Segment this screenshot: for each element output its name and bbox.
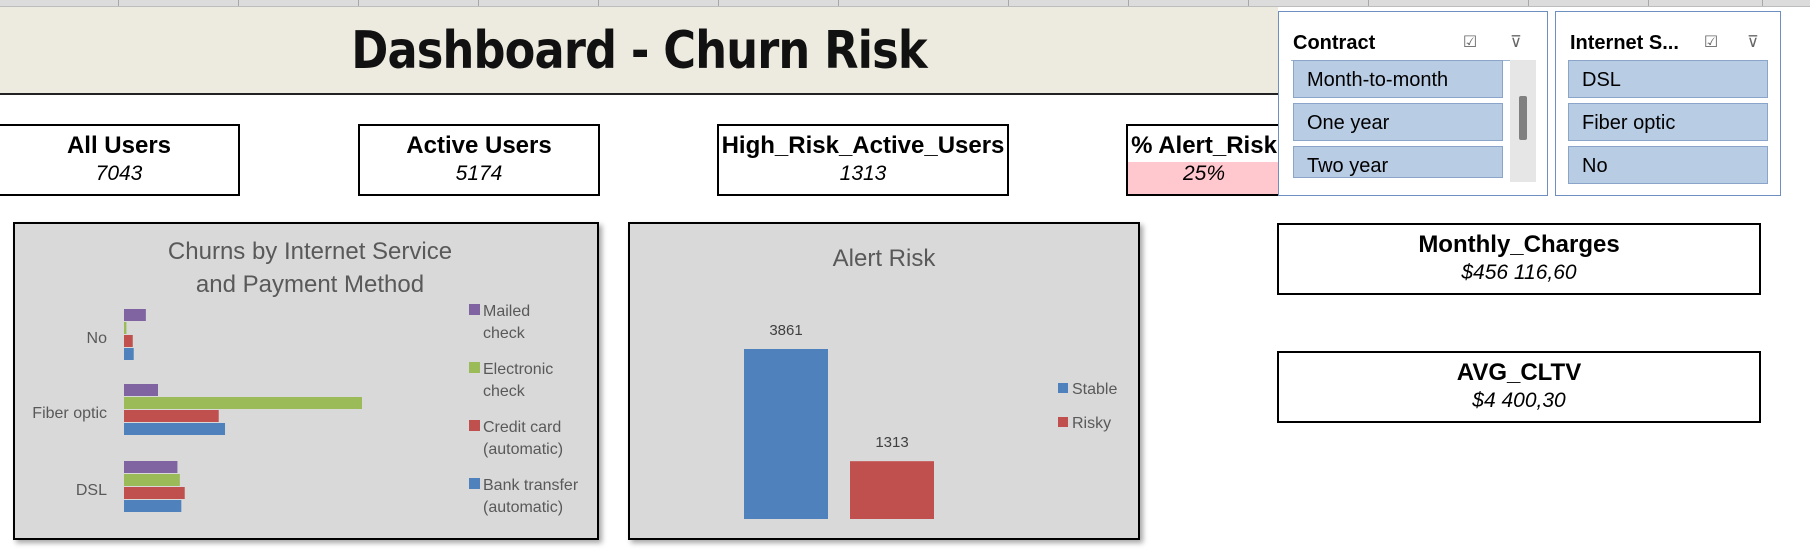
kpi-label: Monthly_Charges <box>1418 231 1620 258</box>
slicer-item[interactable]: Fiber optic <box>1568 103 1768 141</box>
scroll-thumb[interactable] <box>1519 96 1527 140</box>
bar-electronic-check <box>124 397 362 409</box>
legend-label: Risky <box>1072 415 1111 432</box>
bar-credit-card-automatic- <box>124 410 219 422</box>
slicer-title: Contract <box>1293 32 1376 54</box>
legend-label: Credit card <box>483 419 561 436</box>
slicer-scrollbar[interactable] <box>1510 60 1536 182</box>
slicer-item[interactable]: Month-to-month <box>1293 60 1503 98</box>
legend-label: check <box>483 383 526 400</box>
kpi-value: 25% <box>1128 162 1280 194</box>
data-label: 3861 <box>769 322 802 339</box>
kpi-value: 1313 <box>839 162 887 185</box>
slicer-header: Contract ☑ ⊽ <box>1291 24 1535 61</box>
bar-stable <box>744 349 828 519</box>
legend-label: Mailed <box>483 303 530 320</box>
bar-risky <box>850 461 934 519</box>
bar-bank-transfer-automatic- <box>124 500 182 512</box>
kpi-avg-cltv[interactable]: AVG_CLTV $4 400,30 <box>1277 351 1761 423</box>
legend-label: Bank transfer <box>483 477 579 494</box>
legend-swatch <box>1058 417 1068 427</box>
category-label: DSL <box>76 482 107 499</box>
kpi-active-users[interactable]: Active Users 5174 <box>358 124 600 196</box>
slicer-header: Internet S... ☑ ⊽ <box>1568 24 1768 61</box>
title-band: Dashboard - Churn Risk <box>0 7 1278 95</box>
alert-risk-chart[interactable]: Alert Risk 3861 1313 Stable Risky <box>628 222 1140 540</box>
kpi-monthly-charges[interactable]: Monthly_Charges $456 116,60 <box>1277 223 1761 295</box>
bar-electronic-check <box>124 322 127 334</box>
dashboard-title: Dashboard - Churn Risk <box>351 21 927 81</box>
kpi-label: High_Risk_Active_Users <box>721 132 1005 159</box>
slicer-item[interactable]: One year <box>1293 103 1503 141</box>
kpi-all-users[interactable]: All Users 7043 <box>0 124 240 196</box>
chart-title: Alert Risk <box>833 245 937 272</box>
chart-title: Churns by Internet Service <box>168 238 452 265</box>
kpi-label: AVG_CLTV <box>1456 359 1582 386</box>
legend-label: (automatic) <box>483 441 563 458</box>
kpi-label: All Users <box>66 132 172 159</box>
column-header-bar[interactable] <box>0 0 1810 7</box>
legend-swatch <box>469 478 480 489</box>
kpi-label: % Alert_Risk <box>1128 126 1280 160</box>
data-label: 1313 <box>875 434 908 451</box>
alert-risk-svg: Alert Risk 3861 1313 Stable Risky <box>744 245 1117 519</box>
slicer-item[interactable]: Two year <box>1293 146 1503 178</box>
bar-mailed-check <box>124 384 158 396</box>
category-label: No <box>87 330 108 347</box>
bar-electronic-check <box>124 474 180 486</box>
legend-swatch <box>469 362 480 373</box>
chart-title: and Payment Method <box>196 271 424 298</box>
kpi-value: $456 116,60 <box>1461 261 1577 284</box>
bar-mailed-check <box>124 461 178 473</box>
legend-swatch <box>469 304 480 315</box>
bar-mailed-check <box>124 309 146 321</box>
multi-select-icon[interactable]: ☑ <box>1700 32 1722 54</box>
clear-filter-icon[interactable]: ⊽ <box>1742 32 1764 54</box>
kpi-value: $4 400,30 <box>1472 389 1566 412</box>
kpi-high-risk-users[interactable]: High_Risk_Active_Users 1313 <box>717 124 1009 196</box>
bar-credit-card-automatic- <box>124 335 133 347</box>
kpi-alert-risk[interactable]: % Alert_Risk 25% <box>1126 124 1280 196</box>
legend-label: Stable <box>1072 381 1117 398</box>
legend-label: Electronic <box>483 361 553 378</box>
slicer-item[interactable]: DSL <box>1568 60 1768 98</box>
slicer-item[interactable]: No <box>1568 146 1768 184</box>
legend-swatch <box>1058 383 1068 393</box>
kpi-value: 7043 <box>95 162 143 185</box>
bar-bank-transfer-automatic- <box>124 423 226 435</box>
category-label: Fiber optic <box>32 405 107 422</box>
churn-by-service-svg: Churns by Internet Service and Payment Me… <box>32 238 579 516</box>
slicer-title: Internet S... <box>1570 32 1679 54</box>
legend-swatch <box>469 420 480 431</box>
legend-label: (automatic) <box>483 499 563 516</box>
bar-bank-transfer-automatic- <box>124 348 134 360</box>
multi-select-icon[interactable]: ☑ <box>1459 32 1481 54</box>
clear-filter-icon[interactable]: ⊽ <box>1505 32 1527 54</box>
slicer-contract[interactable]: Contract ☑ ⊽ Month-to-month One year Two… <box>1278 11 1548 196</box>
kpi-label: Active Users <box>406 132 552 159</box>
kpi-value: 5174 <box>455 162 503 185</box>
legend-label: check <box>483 325 526 342</box>
slicer-internet-service[interactable]: Internet S... ☑ ⊽ DSL Fiber optic No <box>1555 11 1781 196</box>
churn-by-service-chart[interactable]: Churns by Internet Service and Payment Me… <box>13 222 599 540</box>
bar-credit-card-automatic- <box>124 487 185 499</box>
